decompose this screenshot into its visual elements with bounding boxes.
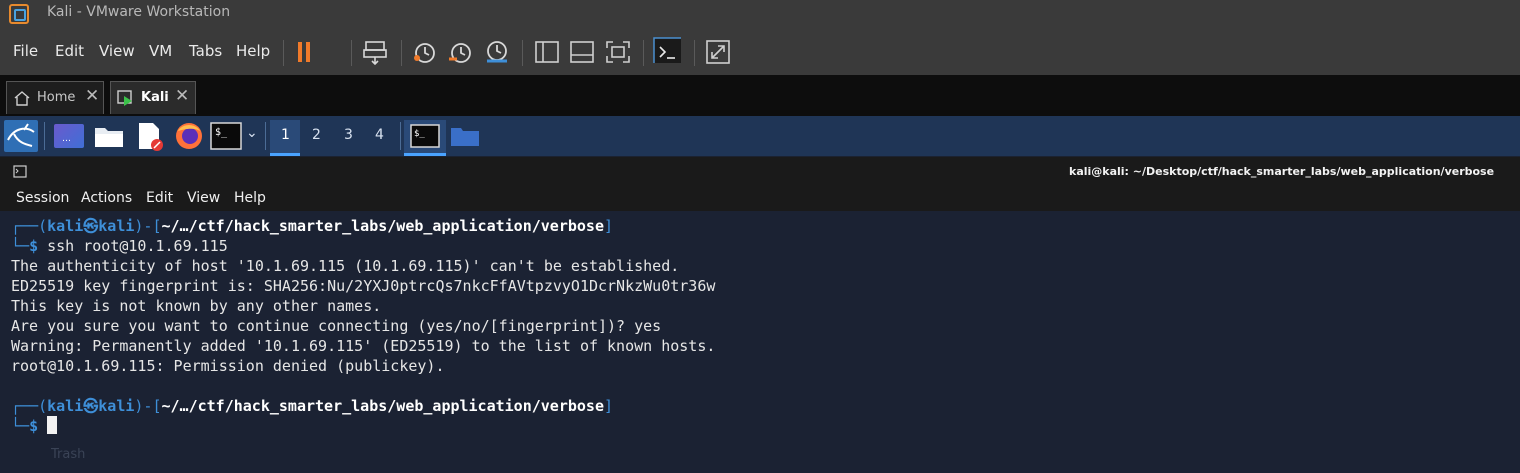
suspend-button[interactable] <box>294 39 322 65</box>
menu-help[interactable]: Help <box>236 42 270 60</box>
close-icon[interactable]: ✕ <box>175 86 189 106</box>
terminal-icon: $_ <box>410 124 440 148</box>
output-line: Are you sure you want to continue connec… <box>11 317 662 335</box>
text-editor-icon[interactable] <box>135 121 165 151</box>
command-line: └─$ ssh root@10.1.69.115 <box>11 237 228 255</box>
vm-tab-strip: Home ✕ Kali ✕ <box>0 75 1520 116</box>
kali-dragon-icon <box>7 123 35 147</box>
menu-view[interactable]: View <box>99 42 135 60</box>
window-title: Kali - VMware Workstation <box>47 4 231 20</box>
panel-separator <box>265 122 266 150</box>
taskbar-terminal-window[interactable]: $_ <box>404 120 446 156</box>
svg-text:$_: $_ <box>215 127 228 138</box>
output-line: The authenticity of host '10.1.69.115 (1… <box>11 257 680 275</box>
prompt-line: ┌──(kali㉿kali)-[~/…/ctf/hack_smarter_lab… <box>11 397 614 415</box>
workspace-3[interactable]: 3 <box>344 127 353 143</box>
toolbar-separator <box>522 40 523 66</box>
chevron-down-icon[interactable]: ⌄ <box>246 125 258 141</box>
toolbar-separator <box>283 40 284 66</box>
thumbnail-view-icon[interactable] <box>568 39 596 65</box>
active-prompt[interactable]: └─$ <box>11 416 58 436</box>
home-icon <box>14 91 30 106</box>
snapshot-icon[interactable] <box>411 39 439 65</box>
workspace-2[interactable]: 2 <box>312 127 321 143</box>
panel-separator <box>44 122 45 150</box>
prompt-line: ┌──(kali㉿kali)-[~/…/ctf/hack_smarter_lab… <box>11 217 614 235</box>
workspace-1[interactable]: 1 <box>270 120 300 156</box>
terminal-window-icon[interactable] <box>13 165 27 178</box>
menu-edit[interactable]: Edit <box>55 42 84 60</box>
terminal-menubar: Session Actions Edit View Help <box>0 185 1520 211</box>
window-titlebar: Kali - VMware Workstation <box>0 0 1520 27</box>
vmware-logo-icon <box>9 4 29 24</box>
terminal-menu-help[interactable]: Help <box>234 190 266 206</box>
file-manager-icon[interactable] <box>93 122 125 150</box>
terminal-title: kali@kali: ~/Desktop/ctf/hack_smarter_la… <box>1069 165 1495 178</box>
fullscreen-icon[interactable] <box>604 39 632 65</box>
stretch-guest-button[interactable] <box>705 39 733 65</box>
snapshot-manager-icon[interactable] <box>483 39 511 65</box>
toolbar-separator <box>694 40 695 66</box>
toolbar-separator <box>401 40 402 66</box>
terminal-menu-session[interactable]: Session <box>16 190 69 206</box>
toolbar-separator <box>351 40 352 66</box>
show-desktop-icon[interactable]: … <box>54 124 84 148</box>
vmware-toolbar: File Edit View VM Tabs Help <box>0 27 1520 76</box>
output-line: ED25519 key fingerprint is: SHA256:Nu/2Y… <box>11 277 716 295</box>
text-cursor <box>47 416 58 434</box>
menu-file[interactable]: File <box>13 42 38 60</box>
folder-icon[interactable] <box>450 125 480 147</box>
close-icon[interactable]: ✕ <box>85 86 99 106</box>
workspace-4[interactable]: 4 <box>375 127 384 143</box>
console-view-button[interactable] <box>653 37 681 63</box>
sidebar-view-icon[interactable] <box>533 39 561 65</box>
terminal-menu-edit[interactable]: Edit <box>146 190 173 206</box>
panel-separator <box>400 122 401 150</box>
terminal-titlebar: kali@kali: ~/Desktop/ctf/hack_smarter_la… <box>0 157 1520 185</box>
svg-text:$_: $_ <box>414 129 425 139</box>
send-keys-button[interactable] <box>362 39 390 65</box>
terminal-output[interactable]: ┌──(kali㉿kali)-[~/…/ctf/hack_smarter_lab… <box>0 211 1520 473</box>
tab-kali-label: Kali <box>141 90 169 105</box>
output-line: Warning: Permanently added '10.1.69.115'… <box>11 337 716 355</box>
terminal-menu-actions[interactable]: Actions <box>81 190 132 206</box>
terminal-launcher-icon[interactable]: $_ <box>210 122 242 150</box>
menu-tabs[interactable]: Tabs <box>189 42 222 60</box>
firefox-icon[interactable] <box>174 121 204 151</box>
menu-vm[interactable]: VM <box>149 42 172 60</box>
output-line: root@10.1.69.115: Permission denied (pub… <box>11 357 445 375</box>
revert-snapshot-icon[interactable] <box>447 39 475 65</box>
desktop-trash-label: Trash <box>51 447 86 462</box>
vm-running-icon <box>117 90 132 106</box>
tab-kali[interactable]: Kali ✕ <box>110 81 196 114</box>
tab-home-label: Home <box>37 90 76 105</box>
output-line: This key is not known by any other names… <box>11 297 382 315</box>
terminal-menu-view[interactable]: View <box>187 190 220 206</box>
toolbar-separator <box>643 40 644 66</box>
kali-panel: … $_ ⌄ 1 2 3 4 $_ <box>0 116 1520 156</box>
tab-home[interactable]: Home ✕ <box>6 81 104 114</box>
kali-menu-button[interactable] <box>4 120 38 152</box>
